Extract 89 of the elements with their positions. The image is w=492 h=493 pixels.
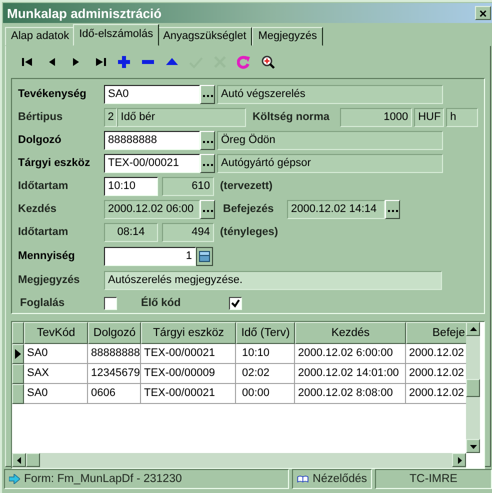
field-label: Bértipus (18, 111, 64, 123)
ellipsis-button[interactable] (200, 200, 215, 218)
field-label: Megjegyzés (18, 274, 81, 286)
table-cell: 88888888 (88, 344, 141, 364)
add-icon[interactable] (117, 55, 131, 69)
field-label: Tárgyi eszköz (18, 157, 92, 169)
table-cell: SA0 (24, 384, 88, 404)
book-icon (297, 474, 309, 484)
field-label: Dolgozó (18, 134, 62, 146)
currency-value: HUF (414, 108, 444, 126)
code-field[interactable]: 88888888 (104, 130, 200, 150)
table-cell: 0606 (88, 384, 141, 404)
field-label: Időtartam (18, 180, 70, 192)
header-corner (12, 322, 24, 344)
tab[interactable]: Alap adatok (5, 27, 76, 46)
quantity-field[interactable]: 1 (104, 246, 196, 266)
column-header[interactable]: Tárgyi eszköz (141, 322, 236, 344)
calculator-button[interactable] (196, 246, 213, 266)
table-cell: TEX-00/00021 (141, 384, 236, 404)
ellipsis-button[interactable] (200, 154, 215, 172)
duration-note: (tényleges) (220, 226, 278, 238)
unit-value: h (446, 108, 478, 126)
table-cell: TEX-00/00021 (141, 344, 236, 364)
row-pointer-icon (15, 349, 21, 359)
tab[interactable]: Idő-elszámolás (73, 24, 160, 46)
description-value: Öreg Ödön (217, 130, 443, 150)
row-header[interactable] (12, 344, 24, 364)
table-cell: 00:00 (236, 384, 295, 404)
table-cell: 12345679 (88, 364, 141, 384)
minutes-value: 494 (162, 222, 214, 242)
field-label: Tevékenység (18, 88, 88, 100)
column-header[interactable]: TevKód (24, 322, 88, 344)
remark-value: Autószerelés megjegyzése. (104, 270, 442, 290)
time-value: 08:14 (104, 222, 158, 242)
arrow-icon (9, 474, 20, 484)
scroll-arrow-button[interactable] (466, 439, 480, 453)
field-label: Kezdés (18, 203, 58, 215)
table-cell: 2000.12.02 8:08:00 (295, 384, 406, 404)
code-field[interactable]: SA0 (104, 84, 200, 104)
code-value: 2 (104, 108, 117, 126)
tab[interactable]: Anyagszükséglet (157, 27, 252, 46)
ellipsis-button[interactable] (200, 84, 215, 104)
field-label: Költség norma (252, 111, 330, 123)
field-label: Időtartam (18, 226, 70, 238)
table-cell: 2000.12.02 6:00:00 (295, 344, 406, 364)
arrow-icon (16, 456, 22, 464)
field-label: Befejezés (223, 203, 275, 215)
description-value: Idő bér (116, 108, 246, 126)
window-title: Munkalap adminisztráció (7, 6, 162, 20)
zoom-icon[interactable] (261, 55, 275, 69)
user-name: TC-IMRE (410, 473, 458, 485)
last-record-icon[interactable] (93, 55, 107, 69)
column-header[interactable]: Idő (Terv) (236, 322, 295, 344)
form-name: Form: Fm_MunLapDf - 231230 (24, 473, 182, 485)
first-record-icon[interactable] (21, 55, 35, 69)
date-time-value: 2000.12.02 14:14 (287, 200, 385, 218)
minutes-value: 610 (162, 176, 214, 196)
field-label: Mennyiség (18, 250, 76, 262)
scroll-arrow-button[interactable] (466, 322, 480, 336)
field-label: Élő kód (141, 297, 182, 309)
checkbox[interactable] (229, 296, 242, 310)
table-cell: SA0 (24, 344, 88, 364)
code-field[interactable]: TEX-00/00021 (104, 154, 200, 172)
mode-text: Nézelődés (312, 473, 367, 485)
description-value: Autó végszerelés (217, 84, 443, 104)
date-time-value: 2000.12.02 06:00 (104, 200, 200, 218)
table-cell: TEX-00/00009 (141, 364, 236, 384)
scroll-arrow-button[interactable] (452, 453, 466, 467)
table-cell: 02:02 (236, 364, 295, 384)
table-cell: 10:10 (236, 344, 295, 364)
description-value: Autógyártó gépsor (217, 154, 443, 172)
time-field[interactable]: 10:10 (104, 176, 158, 196)
scrollbar-thumb[interactable] (466, 379, 480, 397)
duration-note: (tervezett) (220, 180, 273, 192)
column-header[interactable]: Dolgozó (88, 322, 141, 344)
scroll-arrow-button[interactable] (12, 453, 26, 467)
table-cell: 2000.12.02 14:01:00 (295, 364, 406, 384)
column-header[interactable]: Kezdés (295, 322, 406, 344)
column-header[interactable]: Befeje (406, 322, 466, 344)
ellipsis-button[interactable] (385, 200, 400, 218)
field-label: Foglalás (19, 297, 66, 309)
cost-value: 1000 (340, 108, 412, 126)
close-button[interactable]: × (475, 6, 491, 20)
checkbox[interactable] (104, 296, 117, 310)
ellipsis-button[interactable] (200, 130, 215, 150)
arrow-icon (470, 326, 476, 332)
scrollbar-thumb[interactable] (26, 453, 40, 467)
tab[interactable]: Megjegyzés (252, 27, 323, 46)
table-cell: SAX (24, 364, 88, 384)
